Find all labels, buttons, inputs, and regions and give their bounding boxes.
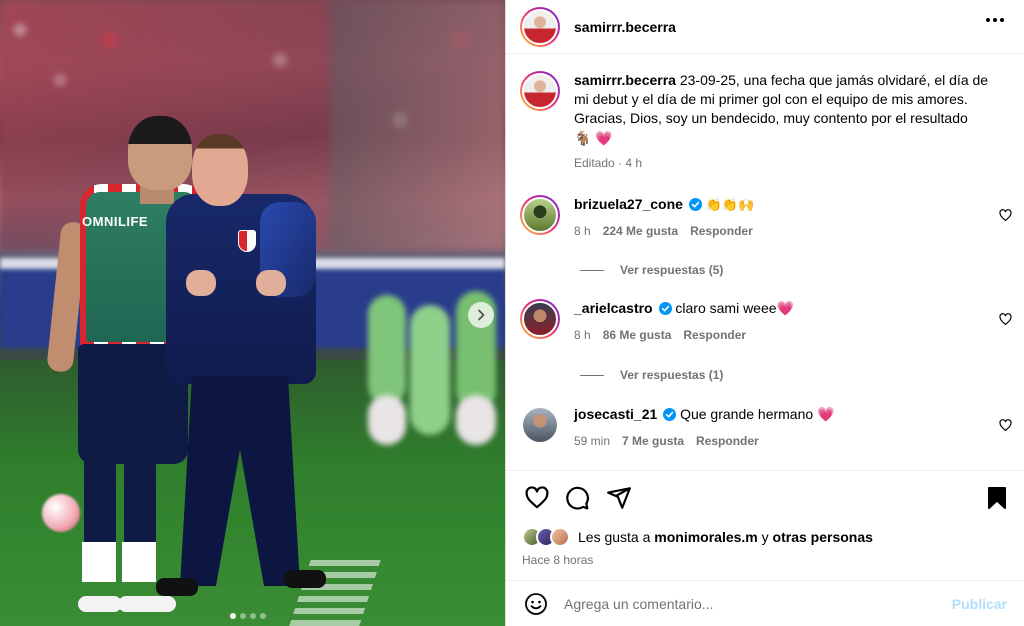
comment-like-heart-icon[interactable]: [999, 419, 1012, 432]
post-image[interactable]: OMNILIFE: [0, 0, 505, 626]
jersey-sponsor-text: OMNILIFE: [82, 214, 149, 229]
comment-item: josecasti_21 Que grande hermano 💗 59 min…: [520, 405, 1020, 451]
publish-button[interactable]: Publicar: [952, 596, 1007, 612]
comment-meta: 59 min 7 Me gusta Responder: [574, 432, 984, 451]
comment-username[interactable]: brizuela27_cone: [574, 196, 683, 212]
view-replies-button[interactable]: Ver respuestas (1): [580, 368, 723, 382]
comment-text: Que grande hermano 💗: [680, 406, 835, 422]
post-actions: Les gusta a monimorales.m y otras person…: [506, 470, 1024, 580]
coach-pants: [180, 376, 300, 586]
coach-shoe-right: [284, 570, 326, 588]
bookmark-icon[interactable]: [985, 485, 1009, 511]
verified-badge-icon: [658, 302, 672, 315]
caption-meta: Editado · 4 h: [574, 154, 994, 173]
comment-reply-button[interactable]: Responder: [683, 326, 746, 345]
comment-time: 8 h: [574, 224, 591, 238]
comment-likes[interactable]: 7 Me gusta: [622, 432, 684, 451]
liker-username[interactable]: monimorales.m: [654, 529, 757, 545]
player-shoe-left: [78, 596, 122, 612]
send-icon[interactable]: [606, 485, 632, 511]
post-timestamp: Hace 8 horas: [522, 553, 594, 567]
more-options-icon[interactable]: [986, 18, 1004, 22]
carousel-dot: [260, 613, 266, 619]
caption-emojis: 🐐 💗: [574, 130, 613, 146]
likes-connector: y: [761, 529, 769, 545]
coach-head: [192, 134, 248, 206]
author-avatar[interactable]: [520, 6, 560, 47]
comment-meta: 8 h 86 Me gusta Responder: [574, 326, 984, 345]
stadium-stands: [330, 0, 505, 250]
comment-username[interactable]: _arielcastro: [574, 300, 653, 316]
caption-author-avatar[interactable]: [520, 71, 560, 111]
comment-meta: 8 h 224 Me gusta Responder: [574, 222, 984, 241]
caption-edited-time: Editado · 4 h: [574, 156, 643, 170]
heart-icon[interactable]: [524, 485, 550, 511]
commenter-avatar[interactable]: [520, 299, 560, 339]
view-replies-button[interactable]: Ver respuestas (5): [580, 263, 723, 277]
player-sock-left: [82, 542, 116, 582]
comment-likes[interactable]: 224 Me gusta: [603, 222, 678, 241]
coach-figure: [152, 132, 342, 612]
carousel-dot: [230, 613, 236, 619]
add-comment-bar: Publicar: [506, 580, 1024, 626]
commenter-avatar[interactable]: [523, 408, 557, 442]
liker-avatar: [550, 527, 570, 547]
caption-username[interactable]: samirrr.becerra: [574, 72, 676, 88]
comment-text: 👏👏🙌: [705, 197, 755, 212]
comment-text: claro sami weee💗: [675, 300, 794, 316]
comment-time: 59 min: [574, 434, 611, 448]
carousel-dot: [240, 613, 246, 619]
comment-like-heart-icon[interactable]: [999, 313, 1012, 326]
post-caption: samirrr.becerra 23-09-25, una fecha que …: [520, 71, 1020, 173]
comment-item: brizuela27_cone 👏👏🙌 8 h 224 Me gusta Res…: [520, 195, 1020, 241]
club-badge: [238, 230, 256, 252]
verified-badge-icon: [663, 408, 677, 421]
carousel-dot: [250, 613, 256, 619]
post-side-panel: samirrr.becerra samirrr.becerra 23-09-25…: [505, 0, 1024, 626]
likes-text: Les gusta a monimorales.m y otras person…: [578, 529, 873, 545]
comment-time: 8 h: [574, 328, 591, 342]
view-replies-label: Ver respuestas (5): [620, 263, 724, 277]
comment-reply-button[interactable]: Responder: [690, 222, 753, 241]
player-leg-left: [84, 462, 116, 542]
comments-section: samirrr.becerra 23-09-25, una fecha que …: [506, 55, 1024, 470]
likes-others-link[interactable]: otras personas: [773, 529, 873, 545]
comment-like-heart-icon[interactable]: [999, 209, 1012, 222]
comment-username[interactable]: josecasti_21: [574, 406, 657, 422]
view-replies-label: Ver respuestas (1): [620, 368, 724, 382]
coach-hands: [186, 270, 286, 296]
comment-item: _arielcastro claro sami weee💗 8 h 86 Me …: [520, 299, 1020, 345]
likes-prefix: Les gusta a: [578, 529, 651, 545]
coach-shoe-left: [156, 578, 198, 596]
player-sock-right: [122, 542, 156, 582]
commenter-avatar[interactable]: [520, 195, 560, 235]
carousel-indicator: [230, 613, 266, 619]
post-header: samirrr.becerra: [506, 0, 1024, 54]
carousel-next-button[interactable]: [468, 302, 494, 328]
comment-input[interactable]: [564, 595, 934, 612]
comment-reply-button[interactable]: Responder: [696, 432, 759, 451]
likes-summary: Les gusta a monimorales.m y otras person…: [522, 527, 873, 547]
comment-bubble-icon[interactable]: [564, 485, 590, 511]
verified-badge-icon: [688, 198, 702, 211]
comment-likes[interactable]: 86 Me gusta: [603, 326, 672, 345]
chevron-right-icon: [478, 309, 485, 321]
author-username[interactable]: samirrr.becerra: [574, 19, 676, 35]
smiley-icon[interactable]: [524, 592, 548, 616]
